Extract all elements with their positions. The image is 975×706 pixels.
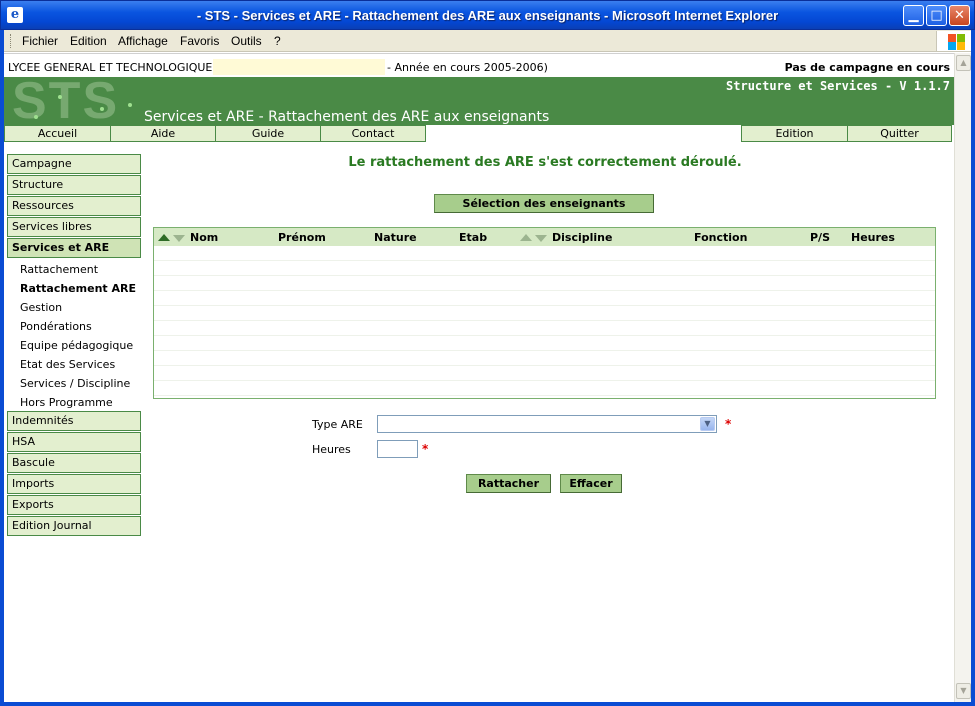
table-row xyxy=(154,276,935,291)
window-titlebar: e - STS - Services et ARE - Rattachement… xyxy=(0,0,975,30)
col-prenom: Prénom xyxy=(278,231,326,244)
table-header: Nom Prénom Nature Etab Discipline Foncti… xyxy=(154,228,935,246)
sidebar-sub-rattachement-are[interactable]: Rattachement ARE xyxy=(20,282,136,295)
clear-button[interactable]: Effacer xyxy=(560,474,622,493)
heures-label: Heures xyxy=(312,443,351,456)
sidebar-sub-hors-programme[interactable]: Hors Programme xyxy=(20,396,113,409)
page-viewport: LYCEE GENERAL ET TECHNOLOGIQUE - Année e… xyxy=(4,53,954,702)
sidebar-item-ressources[interactable]: Ressources xyxy=(7,196,141,216)
menu-fichier[interactable]: Fichier xyxy=(22,34,58,48)
maximize-button[interactable]: □ xyxy=(926,5,947,26)
col-etab: Etab xyxy=(459,231,488,244)
col-discipline[interactable]: Discipline xyxy=(552,231,612,244)
table-row xyxy=(154,381,935,396)
type-are-label: Type ARE xyxy=(312,418,363,431)
sidebar-sub-services-discipline[interactable]: Services / Discipline xyxy=(20,377,130,390)
menubar-grip xyxy=(10,34,13,48)
sidebar-sub-equipe-pedagogique[interactable]: Equipe pédagogique xyxy=(20,339,133,352)
success-message: Le rattachement des ARE s'est correcteme… xyxy=(348,155,742,170)
col-nature: Nature xyxy=(374,231,417,244)
sidebar-sub-rattachement[interactable]: Rattachement xyxy=(20,263,98,276)
tab-aide[interactable]: Aide xyxy=(110,125,216,142)
sidebar-item-imports[interactable]: Imports xyxy=(7,474,141,494)
menu-outils[interactable]: Outils xyxy=(231,34,262,48)
sts-logo: STS xyxy=(12,72,120,130)
sidebar-item-exports[interactable]: Exports xyxy=(7,495,141,515)
sidebar-item-services-et-are[interactable]: Services et ARE xyxy=(7,238,141,258)
sidebar-item-structure[interactable]: Structure xyxy=(7,175,141,195)
top-nav-tabs: Accueil Aide Guide Contact Edition Quitt… xyxy=(4,125,954,142)
logo-dot xyxy=(128,103,132,107)
tab-guide[interactable]: Guide xyxy=(215,125,321,142)
campaign-status: Pas de campagne en cours xyxy=(784,61,950,74)
sidebar-item-services-libres[interactable]: Services libres xyxy=(7,217,141,237)
sidebar-sub-gestion[interactable]: Gestion xyxy=(20,301,62,314)
table-row xyxy=(154,336,935,351)
menu-edition[interactable]: Edition xyxy=(70,34,107,48)
page-title: Services et ARE - Rattachement des ARE a… xyxy=(144,109,550,125)
sort-asc-icon[interactable] xyxy=(520,234,532,241)
window-frame-right xyxy=(971,30,975,706)
menu-affichage[interactable]: Affichage xyxy=(118,34,168,48)
menu-favoris[interactable]: Favoris xyxy=(180,34,219,48)
app-version: Structure et Services - V 1.1.7 xyxy=(726,79,950,93)
table-row xyxy=(154,351,935,366)
window-frame-bottom xyxy=(0,702,975,706)
col-fonction: Fonction xyxy=(694,231,748,244)
chevron-down-icon[interactable]: ▼ xyxy=(700,417,715,431)
sidebar-item-campagne[interactable]: Campagne xyxy=(7,154,141,174)
type-are-select[interactable]: ▼ xyxy=(377,415,717,433)
tab-edition[interactable]: Edition xyxy=(741,125,848,142)
window-title: - STS - Services et ARE - Rattachement d… xyxy=(196,8,779,23)
sidebar-item-hsa[interactable]: HSA xyxy=(7,432,141,452)
app-banner: STS Structure et Services - V 1.1.7 Serv… xyxy=(4,72,954,130)
menu-bar: Fichier Edition Affichage Favoris Outils… xyxy=(4,30,971,52)
attach-button[interactable]: Rattacher xyxy=(466,474,551,493)
sidebar-item-edition-journal[interactable]: Edition Journal xyxy=(7,516,141,536)
school-name-highlight xyxy=(213,59,385,75)
windows-flag-icon xyxy=(936,31,971,51)
sidebar-item-bascule[interactable]: Bascule xyxy=(7,453,141,473)
tab-quitter[interactable]: Quitter xyxy=(847,125,952,142)
sort-asc-icon[interactable] xyxy=(158,234,170,241)
scroll-down-icon[interactable]: ▼ xyxy=(956,683,971,699)
required-marker: * xyxy=(422,442,429,456)
table-row xyxy=(154,366,935,381)
sidebar-item-indemnites[interactable]: Indemnités xyxy=(7,411,141,431)
scroll-up-icon[interactable]: ▲ xyxy=(956,55,971,71)
school-info-bar: LYCEE GENERAL ET TECHNOLOGIQUE - Année e… xyxy=(4,53,954,77)
table-row xyxy=(154,261,935,276)
teachers-table: Nom Prénom Nature Etab Discipline Foncti… xyxy=(153,227,936,399)
sidebar-sub-ponderations[interactable]: Pondérations xyxy=(20,320,92,333)
minimize-button[interactable]: ▁ xyxy=(903,5,924,26)
required-marker: * xyxy=(725,417,732,431)
vertical-scrollbar[interactable]: ▲ ▼ xyxy=(954,53,971,702)
close-button[interactable]: ✕ xyxy=(949,5,970,26)
col-heures: Heures xyxy=(851,231,895,244)
school-year: - Année en cours 2005-2006) xyxy=(387,61,548,74)
tab-contact[interactable]: Contact xyxy=(320,125,426,142)
logo-dot xyxy=(34,115,38,119)
logo-dot xyxy=(100,107,104,111)
tab-accueil[interactable]: Accueil xyxy=(4,125,111,142)
table-row xyxy=(154,321,935,336)
table-row xyxy=(154,291,935,306)
menu-help[interactable]: ? xyxy=(274,34,281,48)
table-row xyxy=(154,306,935,321)
logo-dot xyxy=(58,95,62,99)
select-teachers-button[interactable]: Sélection des enseignants xyxy=(434,194,654,213)
table-row xyxy=(154,246,935,261)
col-nom[interactable]: Nom xyxy=(190,231,218,244)
sort-desc-icon[interactable] xyxy=(535,235,547,242)
col-ps: P/S xyxy=(810,231,831,244)
heures-input[interactable] xyxy=(377,440,418,458)
sort-desc-icon[interactable] xyxy=(173,235,185,242)
sidebar-sub-etat-des-services[interactable]: Etat des Services xyxy=(20,358,115,371)
